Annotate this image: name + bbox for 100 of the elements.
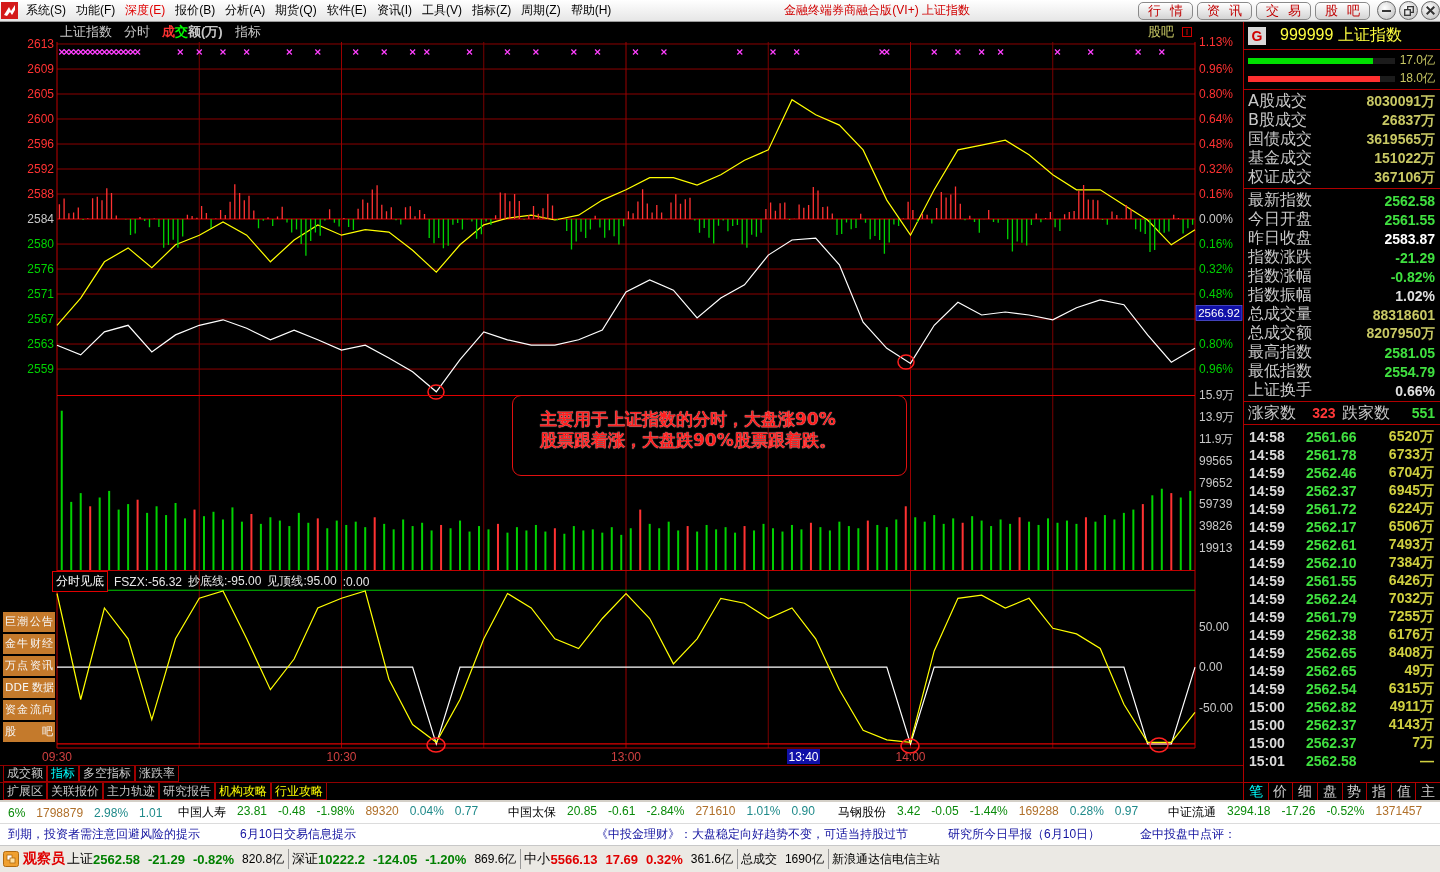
trade-time: 14:59 [1249, 591, 1286, 607]
volume-bar [231, 507, 234, 570]
status-icon[interactable] [3, 851, 19, 867]
trade-volume: 6426万 [1388, 572, 1434, 590]
volume-bar [411, 526, 414, 570]
cross-mark-icon [1054, 48, 1061, 56]
trade-price: 2562.24 [1306, 591, 1358, 607]
volume-bar [184, 518, 187, 570]
time-label: 09:30 [42, 750, 72, 764]
chart-tab[interactable]: 成交额 [3, 766, 47, 782]
news-link[interactable]: 到期，投资者需注意回避风险的提示 [8, 826, 200, 843]
axis-label: 50.00 [1199, 619, 1230, 634]
volume-bar [392, 529, 395, 570]
menu-item[interactable]: 期货(Q) [270, 2, 322, 19]
volume-bar [174, 503, 177, 570]
volume-bar [1009, 523, 1012, 570]
volume-bar [506, 532, 509, 570]
stat-value: 2583.87 [1384, 230, 1435, 247]
news-link[interactable]: 金中投盘中点评： [1140, 826, 1237, 843]
menu-item[interactable]: 工具(V) [417, 2, 467, 19]
volume-bar [762, 523, 765, 570]
ticker-value: -0.61 [608, 804, 636, 820]
stock-name[interactable]: 中证流通 [1168, 804, 1216, 821]
axis-label: 59739 [1199, 497, 1233, 512]
trade-volume: 4143万 [1388, 716, 1434, 734]
detail-tab[interactable]: 主 [1416, 783, 1440, 800]
trade-price: 2561.66 [1306, 429, 1358, 445]
stat-value: 151022万 [1374, 149, 1435, 168]
market-badge: G [1248, 26, 1266, 45]
volume-bar [724, 527, 727, 570]
cross-mark-icon [954, 48, 961, 56]
volume-bar [677, 530, 680, 570]
chart-tab[interactable]: 指标 [47, 766, 79, 782]
ticker-value: 169288 [1018, 804, 1059, 820]
cross-mark-icon [177, 48, 184, 56]
market-name: 深证 [292, 850, 319, 868]
trade-price: 2561.55 [1306, 573, 1358, 589]
menu-item[interactable]: 指标(Z) [467, 2, 517, 19]
market-name: 中小 [524, 850, 551, 868]
trade-price: 2562.65 [1306, 645, 1358, 661]
volume-bar [857, 528, 860, 570]
breadth-label: 涨家数 [1248, 402, 1296, 424]
axis-label: 13.9万 [1199, 410, 1235, 424]
percent-label: 1.13% [1199, 35, 1234, 50]
box-icon[interactable] [1182, 27, 1192, 37]
nav-button[interactable]: 资讯 [1197, 1, 1252, 20]
nav-button[interactable]: 行情 [1138, 1, 1193, 20]
stat-value: 2562.58 [1384, 192, 1435, 209]
news-link[interactable]: 《中投金理财》：大盘稳定向好趋势不变，可适当持股过节 [596, 826, 909, 843]
menu-item[interactable]: 资讯(I) [371, 2, 417, 19]
restore-button[interactable] [1399, 1, 1418, 20]
menu-item[interactable]: 周期(Z) [516, 2, 566, 19]
menu-item[interactable]: 分析(A) [220, 2, 271, 19]
chart-tab[interactable]: 多空指标 [79, 766, 135, 782]
stat-value: 1.02% [1395, 287, 1435, 304]
volume-bar [373, 517, 376, 570]
menu-item[interactable]: 系统(S) [21, 2, 71, 19]
axis-label: 2588 [27, 187, 54, 202]
volume-bar [952, 518, 955, 570]
volume-bar [259, 523, 262, 570]
market-change: 17.69 [605, 851, 638, 867]
cross-mark-icon [1135, 48, 1142, 56]
ticker-value: -17.26 [1281, 804, 1316, 820]
forum-link[interactable]: 股吧 [1148, 23, 1174, 41]
volume-bar [639, 509, 642, 570]
trade-volume: 6945万 [1388, 482, 1434, 500]
menu-item[interactable]: 功能(F) [71, 2, 121, 19]
news-link[interactable]: 研究所今日早报（6月10日） [948, 826, 1101, 843]
menu-item[interactable]: 报价(B) [170, 2, 221, 19]
volume-bar [515, 527, 518, 570]
volume-bar [563, 533, 566, 570]
percent-label: 0.16% [1199, 187, 1234, 202]
menu-item[interactable]: 帮助(H) [565, 2, 617, 19]
trade-time: 14:59 [1249, 609, 1286, 625]
stat-label: 指数涨幅 [1248, 266, 1312, 287]
volume-bar [449, 528, 452, 570]
market-index: 5566.13 [550, 851, 598, 867]
stat-value: -21.29 [1395, 249, 1435, 266]
volume-bar [383, 523, 386, 570]
news-link[interactable]: 6月10日交易信息提示 [240, 826, 357, 843]
stat-label: 今日开盘 [1248, 209, 1312, 230]
ticker-value: -1.98% [316, 804, 355, 820]
menu-item[interactable]: 深度(E) [120, 2, 171, 19]
stock-name[interactable]: 中国人寿 [178, 804, 226, 821]
trade-price: 2562.58 [1306, 753, 1358, 769]
volume-bar [525, 530, 528, 570]
volume-bar [146, 512, 149, 570]
volume-bar [1113, 519, 1116, 570]
axis-label: 99565 [1199, 453, 1233, 468]
minimize-button[interactable] [1377, 1, 1396, 20]
menu-item[interactable]: 软件(E) [321, 2, 372, 19]
nav-button[interactable]: 交易 [1256, 1, 1311, 20]
chart-tab[interactable]: 涨跌率 [135, 766, 179, 782]
close-button[interactable] [1421, 1, 1440, 20]
cross-mark-icon [286, 48, 293, 56]
stock-name[interactable]: 马钢股份 [838, 804, 886, 821]
percent-label: 0.80% [1199, 87, 1234, 102]
price-cursor-tag: 2566.92 [1195, 305, 1243, 321]
stock-name[interactable]: 中国太保 [508, 804, 556, 821]
nav-button[interactable]: 股吧 [1315, 1, 1370, 20]
